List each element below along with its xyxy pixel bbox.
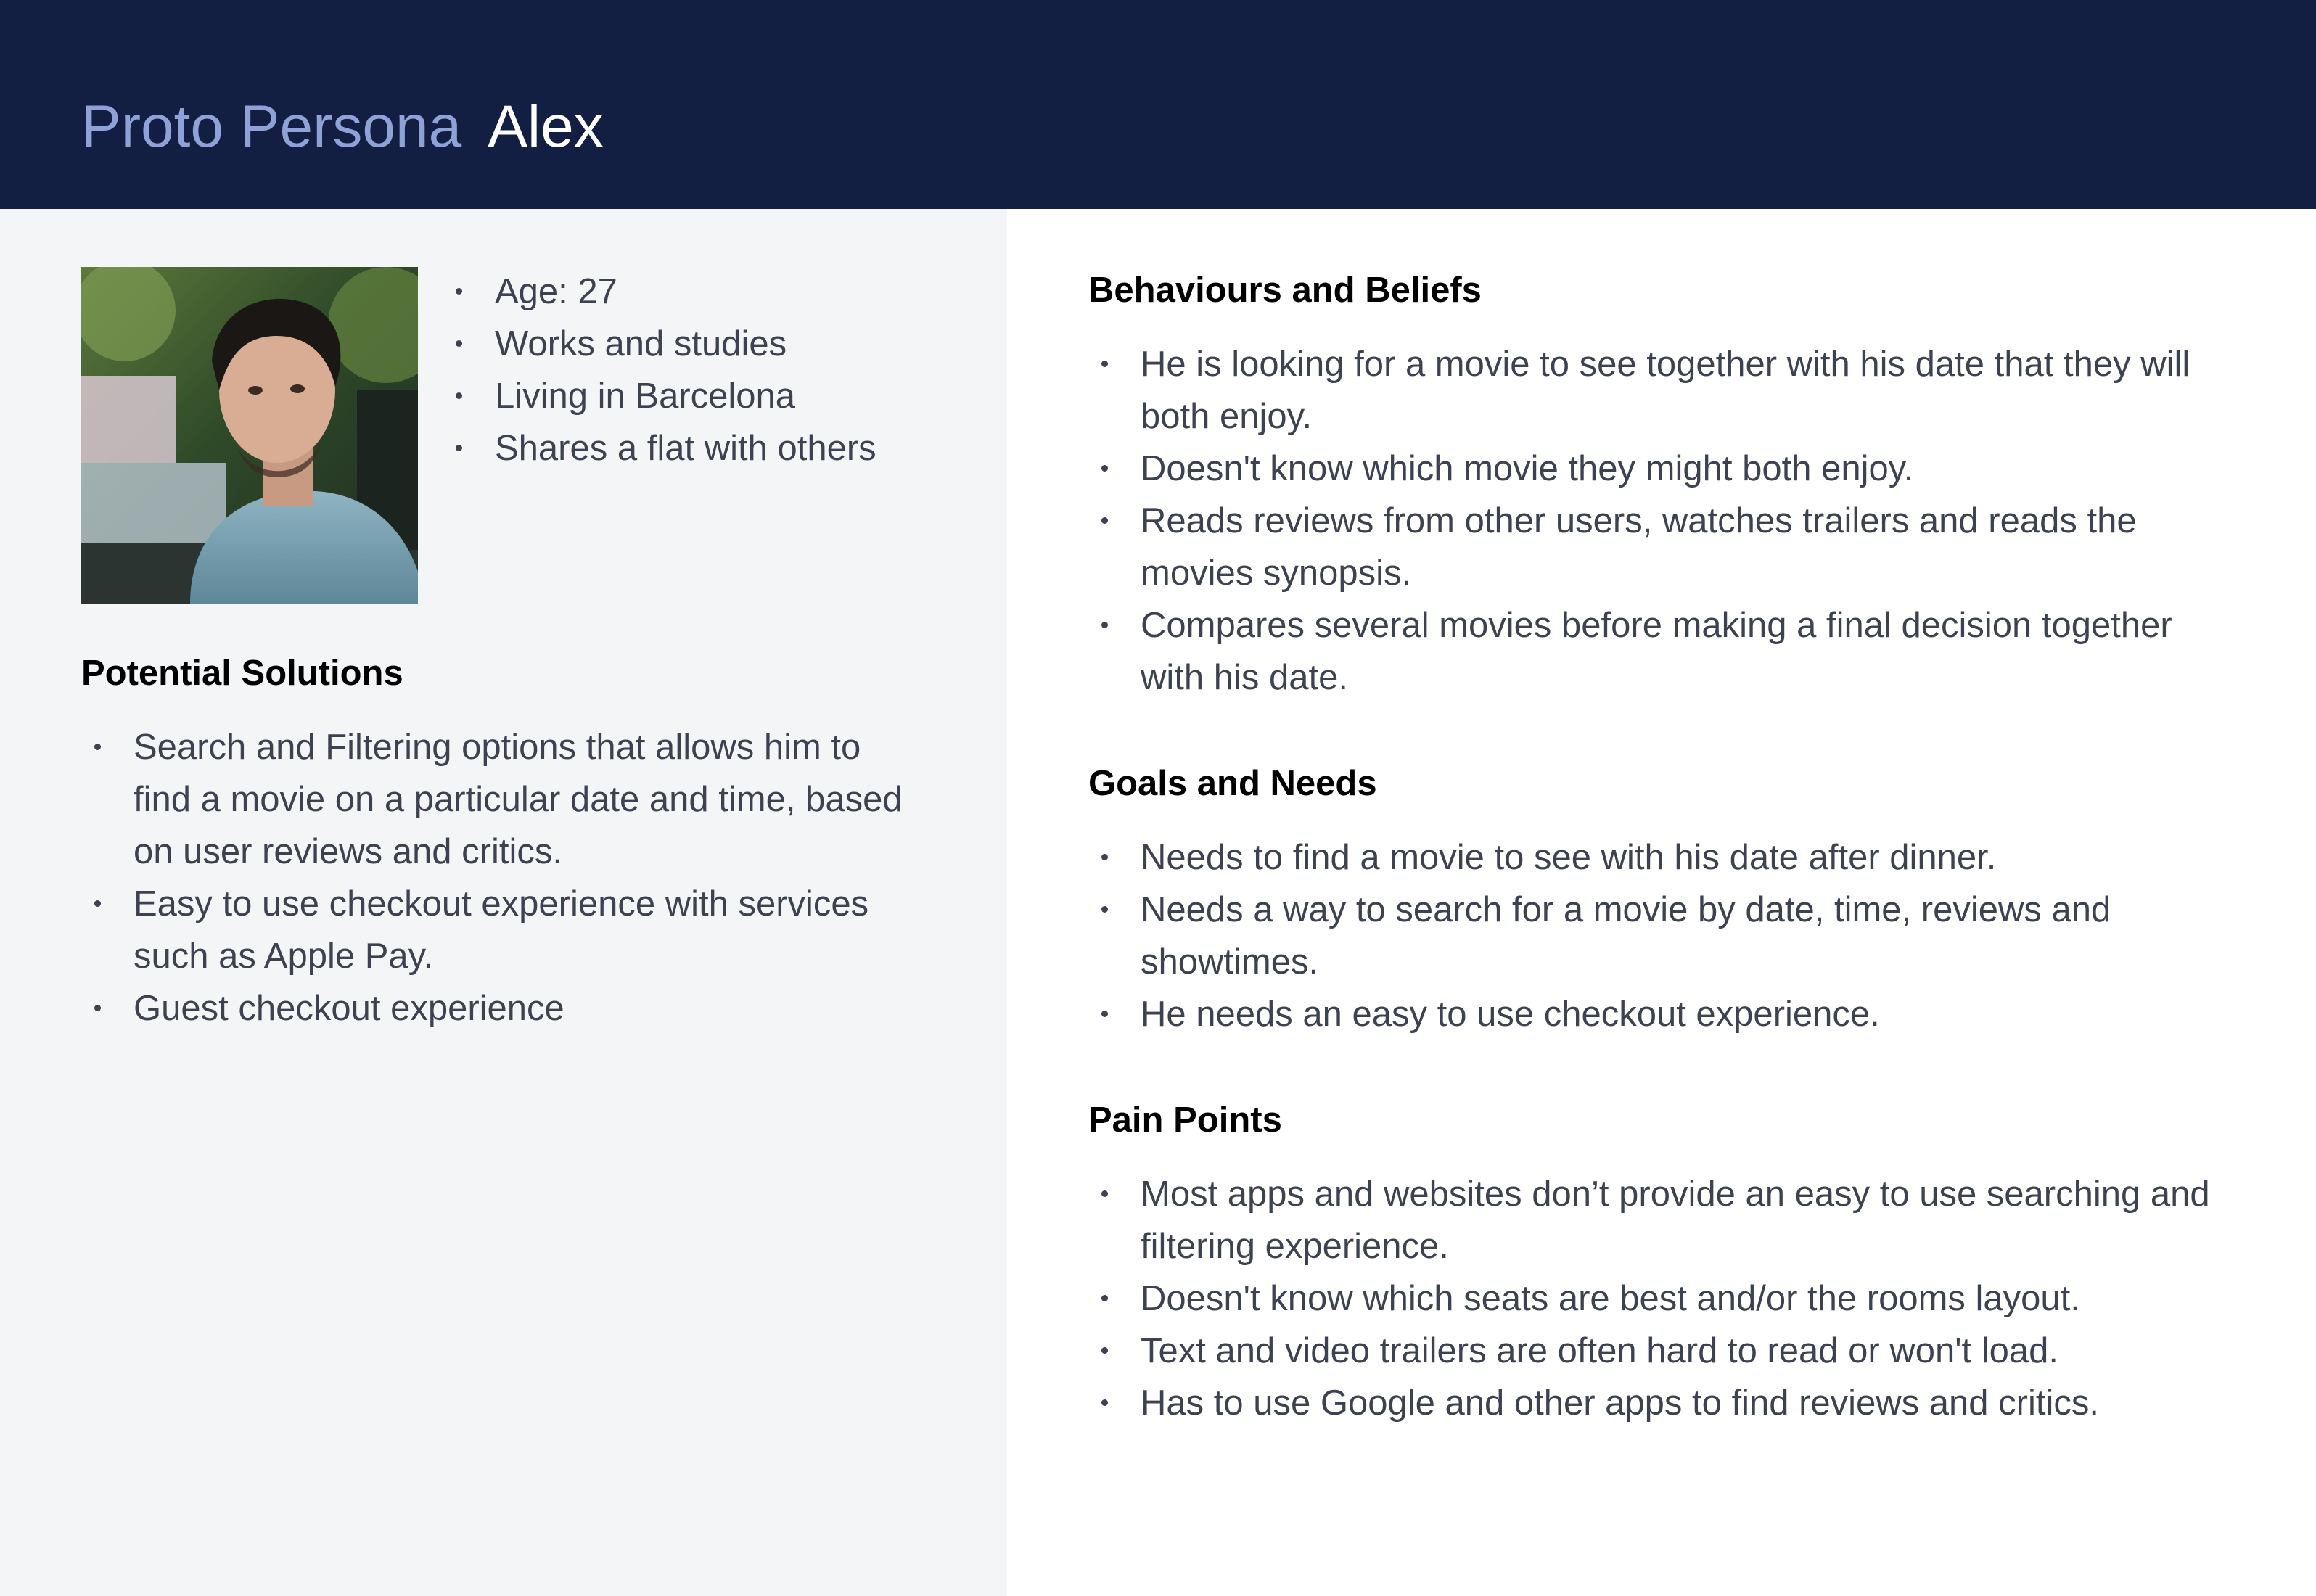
bullet-icon [1101, 854, 1108, 860]
list-item: Doesn't know which seats are best and/or… [1088, 1272, 2220, 1325]
list-item: Living in Barcelona [443, 370, 965, 422]
pain-points-list: Most apps and websites don’t provide an … [1088, 1168, 2220, 1429]
list-item: Reads reviews from other users, watches … [1088, 495, 2220, 599]
persona-photo [81, 267, 418, 604]
bullet-icon [1101, 361, 1108, 367]
behaviours-list: He is looking for a movie to see togethe… [1088, 338, 2220, 704]
persona-page: Proto Persona Alex Age: 27 Works and stu… [0, 0, 2316, 1596]
bullet-icon [1101, 465, 1108, 472]
bullet-icon [1101, 906, 1108, 913]
bullet-icon [456, 288, 462, 295]
page-title: Proto Persona Alex [81, 91, 604, 163]
list-item: Works and studies [443, 318, 965, 370]
title-label: Proto Persona [81, 94, 462, 160]
bullet-icon [1101, 1295, 1108, 1301]
list-item: Guest checkout experience [81, 982, 923, 1034]
bullet-icon [1101, 1347, 1108, 1354]
header-bar: Proto Persona Alex [0, 0, 2316, 209]
list-item: Needs to find a movie to see with his da… [1088, 831, 2220, 884]
persona-name: Alex [488, 94, 604, 160]
bullet-icon [1101, 622, 1108, 628]
pain-points-heading: Pain Points [1088, 1101, 1282, 1140]
list-item: Age: 27 [443, 266, 965, 318]
list-item: Has to use Google and other apps to find… [1088, 1377, 2220, 1429]
bullet-icon [94, 744, 101, 750]
goals-list: Needs to find a movie to see with his da… [1088, 831, 2220, 1040]
list-item: Text and video trailers are often hard t… [1088, 1325, 2220, 1377]
bullet-icon [94, 900, 101, 907]
list-item: Doesn't know which movie they might both… [1088, 443, 2220, 495]
persona-facts-list: Age: 27 Works and studies Living in Barc… [443, 266, 965, 474]
potential-solutions-list: Search and Filtering options that allows… [81, 721, 923, 1034]
list-item: Easy to use checkout experience with ser… [81, 878, 923, 982]
list-item: Compares several movies before making a … [1088, 599, 2220, 704]
bullet-icon [1101, 1011, 1108, 1017]
bullet-icon [456, 392, 462, 399]
list-item: He is looking for a movie to see togethe… [1088, 338, 2220, 443]
bullet-icon [94, 1005, 101, 1011]
list-item: Needs a way to search for a movie by dat… [1088, 884, 2220, 988]
behaviours-heading: Behaviours and Beliefs [1088, 271, 1482, 310]
bullet-icon [1101, 517, 1108, 524]
list-item: He needs an easy to use checkout experie… [1088, 988, 2220, 1040]
list-item: Most apps and websites don’t provide an … [1088, 1168, 2220, 1272]
goals-heading: Goals and Needs [1088, 764, 1377, 803]
bullet-icon [1101, 1190, 1108, 1197]
potential-solutions-heading: Potential Solutions [81, 654, 403, 693]
list-item: Shares a flat with others [443, 422, 965, 474]
bullet-icon [456, 340, 462, 347]
bullet-icon [1101, 1399, 1108, 1406]
list-item: Search and Filtering options that allows… [81, 721, 923, 878]
bullet-icon [456, 445, 462, 451]
